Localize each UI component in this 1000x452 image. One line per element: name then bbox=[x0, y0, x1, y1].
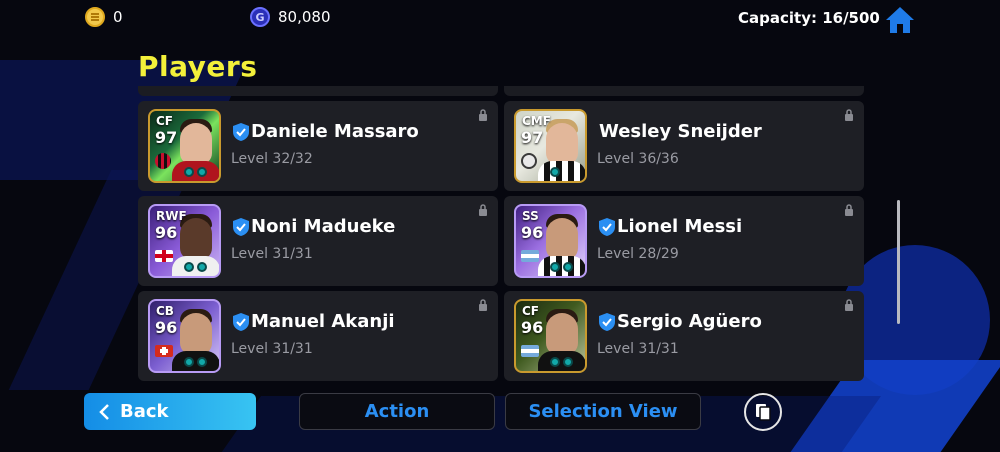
verified-shield-icon bbox=[233, 123, 249, 141]
back-button[interactable]: Back bbox=[84, 393, 256, 430]
action-button[interactable]: Action bbox=[299, 393, 495, 430]
skill-dots bbox=[550, 262, 573, 272]
skill-dots bbox=[550, 357, 573, 367]
lock-icon bbox=[479, 299, 487, 311]
verified-shield-icon bbox=[233, 313, 249, 331]
player-face bbox=[180, 123, 212, 165]
selection-view-button-label: Selection View bbox=[528, 401, 678, 422]
player-level: Level 36/36 bbox=[597, 151, 679, 167]
player-position: SS bbox=[522, 209, 539, 223]
capacity-label: Capacity: 16/500 bbox=[738, 9, 880, 27]
lock-icon bbox=[845, 109, 853, 121]
player-thumbnail: RWF 96 bbox=[148, 204, 221, 278]
gp-amount: 80,080 bbox=[278, 8, 331, 26]
player-level: Level 31/31 bbox=[231, 341, 313, 357]
player-thumbnail: CF 97 bbox=[148, 109, 221, 183]
player-rating: 96 bbox=[155, 223, 178, 242]
ecoin-balance: 0 bbox=[85, 7, 123, 27]
lock-icon bbox=[845, 204, 853, 216]
switzerland-flag-icon bbox=[155, 345, 173, 357]
player-list[interactable]: CF 97 Daniele Massaro Level 32/32 CMF 97… bbox=[138, 86, 864, 386]
skill-dots bbox=[184, 167, 207, 177]
skill-dots bbox=[184, 357, 207, 367]
player-face bbox=[180, 218, 212, 260]
player-face bbox=[546, 123, 578, 165]
player-level: Level 28/29 bbox=[597, 246, 679, 262]
player-position: CB bbox=[156, 304, 174, 318]
player-thumbnail: SS 96 bbox=[514, 204, 587, 278]
player-position: CF bbox=[522, 304, 540, 318]
cards-icon bbox=[756, 404, 771, 421]
player-rating: 96 bbox=[155, 318, 178, 337]
player-position: RWF bbox=[156, 209, 187, 223]
england-flag-icon bbox=[155, 250, 173, 262]
gp-icon: G bbox=[250, 7, 270, 27]
player-position: CF bbox=[156, 114, 174, 128]
cards-view-button[interactable] bbox=[744, 393, 782, 431]
player-name: Sergio Agüero bbox=[617, 311, 762, 332]
top-bar: 0 G 80,080 Capacity: 16/500 bbox=[0, 0, 1000, 36]
player-name: Manuel Akanji bbox=[251, 311, 395, 332]
argentina-flag-icon bbox=[521, 345, 539, 357]
player-card[interactable]: CF 96 Sergio Agüero Level 31/31 bbox=[504, 291, 864, 381]
player-thumbnail: CB 96 bbox=[148, 299, 221, 373]
page-title: Players bbox=[138, 50, 258, 83]
argentina-flag-icon bbox=[521, 250, 539, 262]
back-button-label: Back bbox=[120, 401, 169, 422]
player-rating: 97 bbox=[521, 128, 544, 147]
player-level: Level 31/31 bbox=[231, 246, 313, 262]
player-name: Daniele Massaro bbox=[251, 121, 419, 142]
skill-dots bbox=[550, 167, 560, 177]
selection-view-button[interactable]: Selection View bbox=[505, 393, 701, 430]
coin-icon bbox=[85, 7, 105, 27]
lock-icon bbox=[479, 109, 487, 121]
player-name: Wesley Sneijder bbox=[599, 121, 762, 142]
player-level: Level 31/31 bbox=[597, 341, 679, 357]
skill-dots bbox=[184, 262, 207, 272]
player-face bbox=[180, 313, 212, 355]
player-thumbnail: CMF 97 bbox=[514, 109, 587, 183]
player-name: Lionel Messi bbox=[617, 216, 743, 237]
verified-shield-icon bbox=[599, 218, 615, 236]
home-icon bbox=[886, 7, 914, 33]
partial-card[interactable] bbox=[138, 86, 498, 96]
club-crest-icon bbox=[521, 153, 537, 169]
action-button-label: Action bbox=[364, 401, 430, 422]
chevron-left-icon bbox=[99, 403, 109, 420]
lock-icon bbox=[479, 204, 487, 216]
player-card[interactable]: CMF 97 Wesley Sneijder Level 36/36 bbox=[504, 101, 864, 191]
player-rating: 96 bbox=[521, 223, 544, 242]
verified-shield-icon bbox=[233, 218, 249, 236]
player-card[interactable]: CB 96 Manuel Akanji Level 31/31 bbox=[138, 291, 498, 381]
player-card[interactable]: SS 96 Lionel Messi Level 28/29 bbox=[504, 196, 864, 286]
player-position: CMF bbox=[522, 114, 551, 128]
home-button[interactable] bbox=[884, 5, 916, 35]
verified-shield-icon bbox=[599, 313, 615, 331]
ecoin-amount: 0 bbox=[113, 8, 123, 26]
scrollbar[interactable] bbox=[897, 200, 900, 324]
player-card[interactable]: CF 97 Daniele Massaro Level 32/32 bbox=[138, 101, 498, 191]
gp-balance: G 80,080 bbox=[250, 7, 331, 27]
club-crest-icon bbox=[155, 153, 171, 169]
player-card[interactable]: RWF 96 Noni Madueke Level 31/31 bbox=[138, 196, 498, 286]
player-face bbox=[546, 313, 578, 355]
partial-card[interactable] bbox=[504, 86, 864, 96]
player-name: Noni Madueke bbox=[251, 216, 396, 237]
lock-icon bbox=[845, 299, 853, 311]
player-rating: 96 bbox=[521, 318, 544, 337]
player-level: Level 32/32 bbox=[231, 151, 313, 167]
player-thumbnail: CF 96 bbox=[514, 299, 587, 373]
player-face bbox=[546, 218, 578, 260]
player-rating: 97 bbox=[155, 128, 178, 147]
